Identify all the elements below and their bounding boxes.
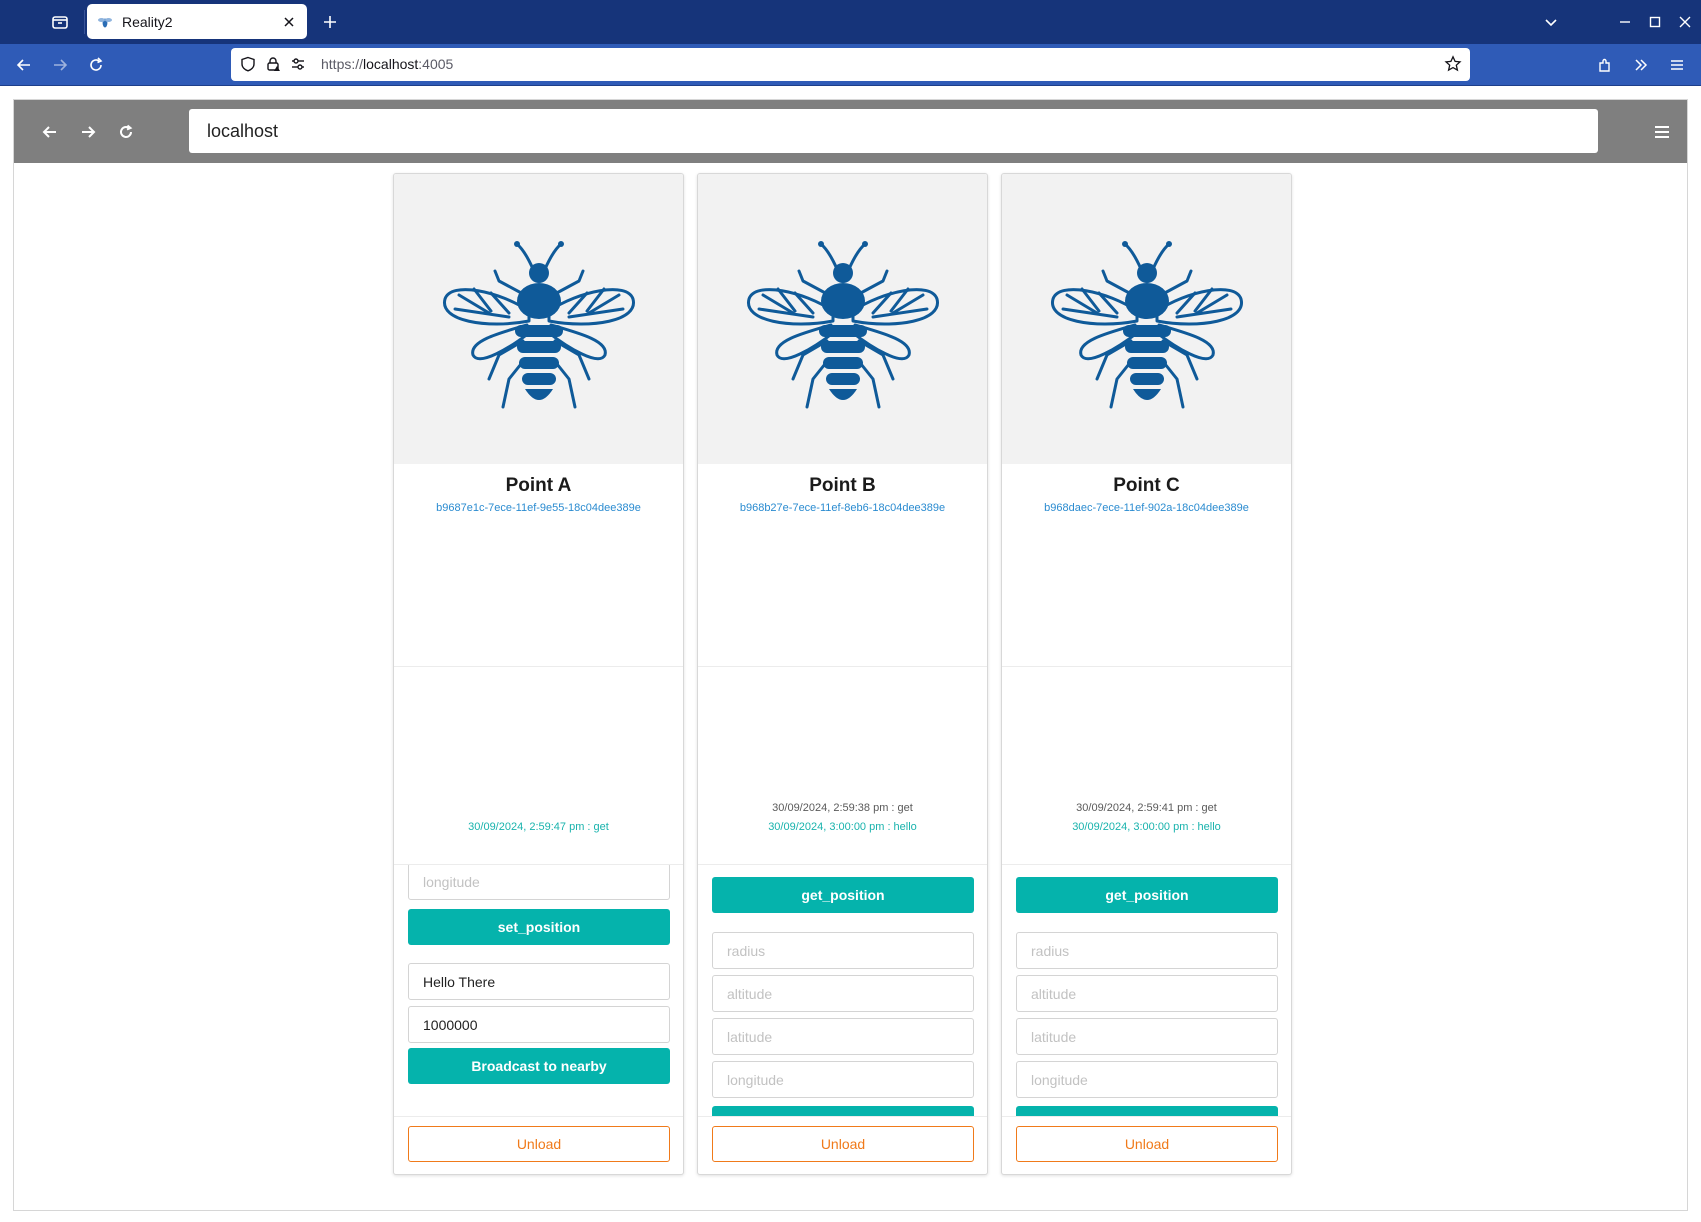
- latitude-input[interactable]: [712, 1018, 974, 1055]
- app-forward-arrow-icon[interactable]: [74, 118, 102, 146]
- browser-nav-bar: https://localhost:4005: [0, 44, 1701, 86]
- overflow-chevrons-icon[interactable]: [1626, 50, 1656, 80]
- card-title: Point C: [1113, 475, 1180, 496]
- card-title: Point A: [505, 475, 572, 496]
- url-scheme: https://: [321, 56, 364, 72]
- log-entry: 30/09/2024, 3:00:00 pm : hello: [1072, 821, 1221, 833]
- window-close-icon[interactable]: [1671, 8, 1699, 36]
- radius-input[interactable]: [1016, 932, 1278, 969]
- bee-icon: [698, 174, 987, 464]
- altitude-input[interactable]: [1016, 975, 1278, 1012]
- reload-icon[interactable]: [81, 50, 111, 80]
- longitude-input[interactable]: [712, 1061, 974, 1098]
- minimize-icon[interactable]: [1611, 8, 1639, 36]
- app-reload-icon[interactable]: [112, 118, 140, 146]
- tab-list-chevron-down-icon[interactable]: [1537, 8, 1565, 36]
- app-address-input[interactable]: [189, 109, 1598, 153]
- close-tab-icon[interactable]: [277, 10, 301, 34]
- card-id: b9687e1c-7ece-11ef-9e55-18c04dee389e: [436, 502, 641, 514]
- tab-overview-icon[interactable]: [44, 8, 76, 36]
- bee-card: Point C b968daec-7ece-11ef-902a-18c04dee…: [1001, 173, 1292, 1175]
- log-entry: 30/09/2024, 3:00:00 pm : hello: [768, 821, 917, 833]
- set-position-button[interactable]: [1016, 1106, 1278, 1116]
- tab-title: Reality2: [122, 13, 173, 30]
- unload-button[interactable]: Unload: [408, 1126, 670, 1162]
- bee-card: Point A b9687e1c-7ece-11ef-9e55-18c04dee…: [393, 173, 684, 1175]
- bee-favicon-icon: [96, 13, 114, 31]
- longitude-input[interactable]: [408, 865, 670, 900]
- back-arrow-icon[interactable]: [9, 50, 39, 80]
- app-menu-icon[interactable]: [1662, 50, 1692, 80]
- url-port: :4005: [418, 56, 454, 72]
- browser-tab[interactable]: Reality2: [87, 4, 307, 39]
- bee-card: Point B b968b27e-7ece-11ef-8eb6-18c04dee…: [697, 173, 988, 1175]
- message-input[interactable]: [408, 963, 670, 1000]
- distance-input[interactable]: [408, 1006, 670, 1043]
- permissions-icon[interactable]: [289, 55, 307, 73]
- radius-input[interactable]: [712, 932, 974, 969]
- url-bar[interactable]: https://localhost:4005: [231, 48, 1470, 81]
- card-controls: get_position: [1002, 865, 1291, 1116]
- bee-icon: [1002, 174, 1291, 464]
- app-header: [14, 100, 1687, 163]
- log-entry: 30/09/2024, 2:59:41 pm : get: [1076, 802, 1217, 814]
- url-host: localhost: [363, 56, 419, 72]
- broadcast-button[interactable]: Broadcast to nearby: [408, 1048, 670, 1084]
- app-back-arrow-icon[interactable]: [36, 118, 64, 146]
- lock-warning-icon[interactable]: [264, 55, 282, 73]
- altitude-input[interactable]: [712, 975, 974, 1012]
- latitude-input[interactable]: [1016, 1018, 1278, 1055]
- browser-tab-bar: Reality2: [0, 0, 1701, 44]
- longitude-input[interactable]: [1016, 1061, 1278, 1098]
- card-id: b968daec-7ece-11ef-902a-18c04dee389e: [1044, 502, 1249, 514]
- get-position-button[interactable]: get_position: [1016, 877, 1278, 913]
- log-entry: 30/09/2024, 2:59:38 pm : get: [772, 802, 913, 814]
- set-position-button[interactable]: [712, 1106, 974, 1116]
- set-position-button[interactable]: set_position: [408, 909, 670, 945]
- unload-button[interactable]: Unload: [1016, 1126, 1278, 1162]
- get-position-button[interactable]: get_position: [712, 877, 974, 913]
- bee-icon: [394, 174, 683, 464]
- card-controls: get_position: [698, 865, 987, 1116]
- new-tab-icon[interactable]: [318, 10, 342, 34]
- hamburger-menu-icon[interactable]: [1648, 118, 1676, 146]
- url-text[interactable]: https://localhost:4005: [321, 56, 453, 72]
- card-controls: set_position Broadcast to nearby: [394, 865, 683, 1116]
- shield-icon[interactable]: [239, 55, 257, 73]
- maximize-icon[interactable]: [1641, 8, 1669, 36]
- card-title: Point B: [809, 475, 876, 496]
- bookmark-star-icon[interactable]: [1444, 55, 1462, 73]
- log-entry: 30/09/2024, 2:59:47 pm : get: [468, 821, 609, 833]
- extensions-icon[interactable]: [1590, 50, 1620, 80]
- unload-button[interactable]: Unload: [712, 1126, 974, 1162]
- card-id: b968b27e-7ece-11ef-8eb6-18c04dee389e: [739, 502, 946, 514]
- forward-arrow-icon[interactable]: [45, 50, 75, 80]
